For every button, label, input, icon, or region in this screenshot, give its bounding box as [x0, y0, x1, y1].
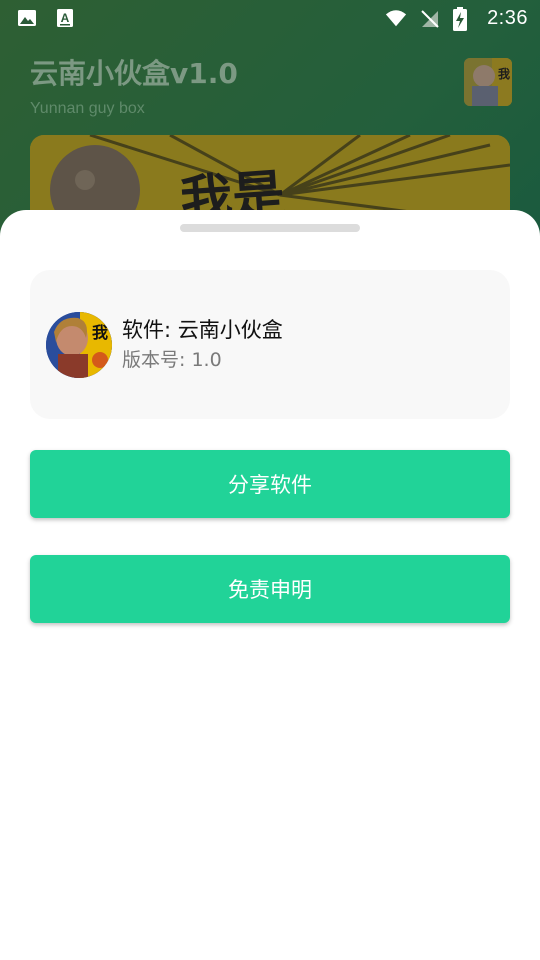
- drag-handle[interactable]: [180, 224, 360, 232]
- image-icon: [16, 7, 38, 29]
- share-software-button[interactable]: 分享软件: [30, 450, 510, 518]
- app-header: 云南小伙盒v1.0 Yunnan guy box: [30, 52, 238, 118]
- software-info-card: 我 软件: 云南小伙盒 版本号: 1.0: [30, 270, 510, 419]
- app-subtitle: Yunnan guy box: [30, 100, 145, 117]
- font-a-icon: A: [54, 7, 76, 29]
- software-avatar: 我: [46, 311, 112, 378]
- status-bar: A 2:36: [0, 0, 540, 36]
- wifi-icon: [385, 7, 407, 29]
- software-name: 软件: 云南小伙盒: [122, 317, 283, 342]
- svg-text:我: 我: [498, 66, 510, 81]
- battery-charging-icon: [453, 7, 475, 31]
- svg-text:A: A: [61, 11, 70, 25]
- svg-text:我: 我: [92, 323, 108, 342]
- status-time: 2:36: [487, 6, 528, 29]
- bottom-sheet: 我 软件: 云南小伙盒 版本号: 1.0 分享软件 免责申明: [0, 210, 540, 960]
- app-avatar[interactable]: 我: [464, 58, 512, 106]
- version-number: 版本号: 1.0: [122, 348, 222, 371]
- no-signal-icon: [419, 7, 441, 29]
- app-title: 云南小伙盒v1.0: [30, 57, 238, 90]
- disclaimer-button[interactable]: 免责申明: [30, 555, 510, 623]
